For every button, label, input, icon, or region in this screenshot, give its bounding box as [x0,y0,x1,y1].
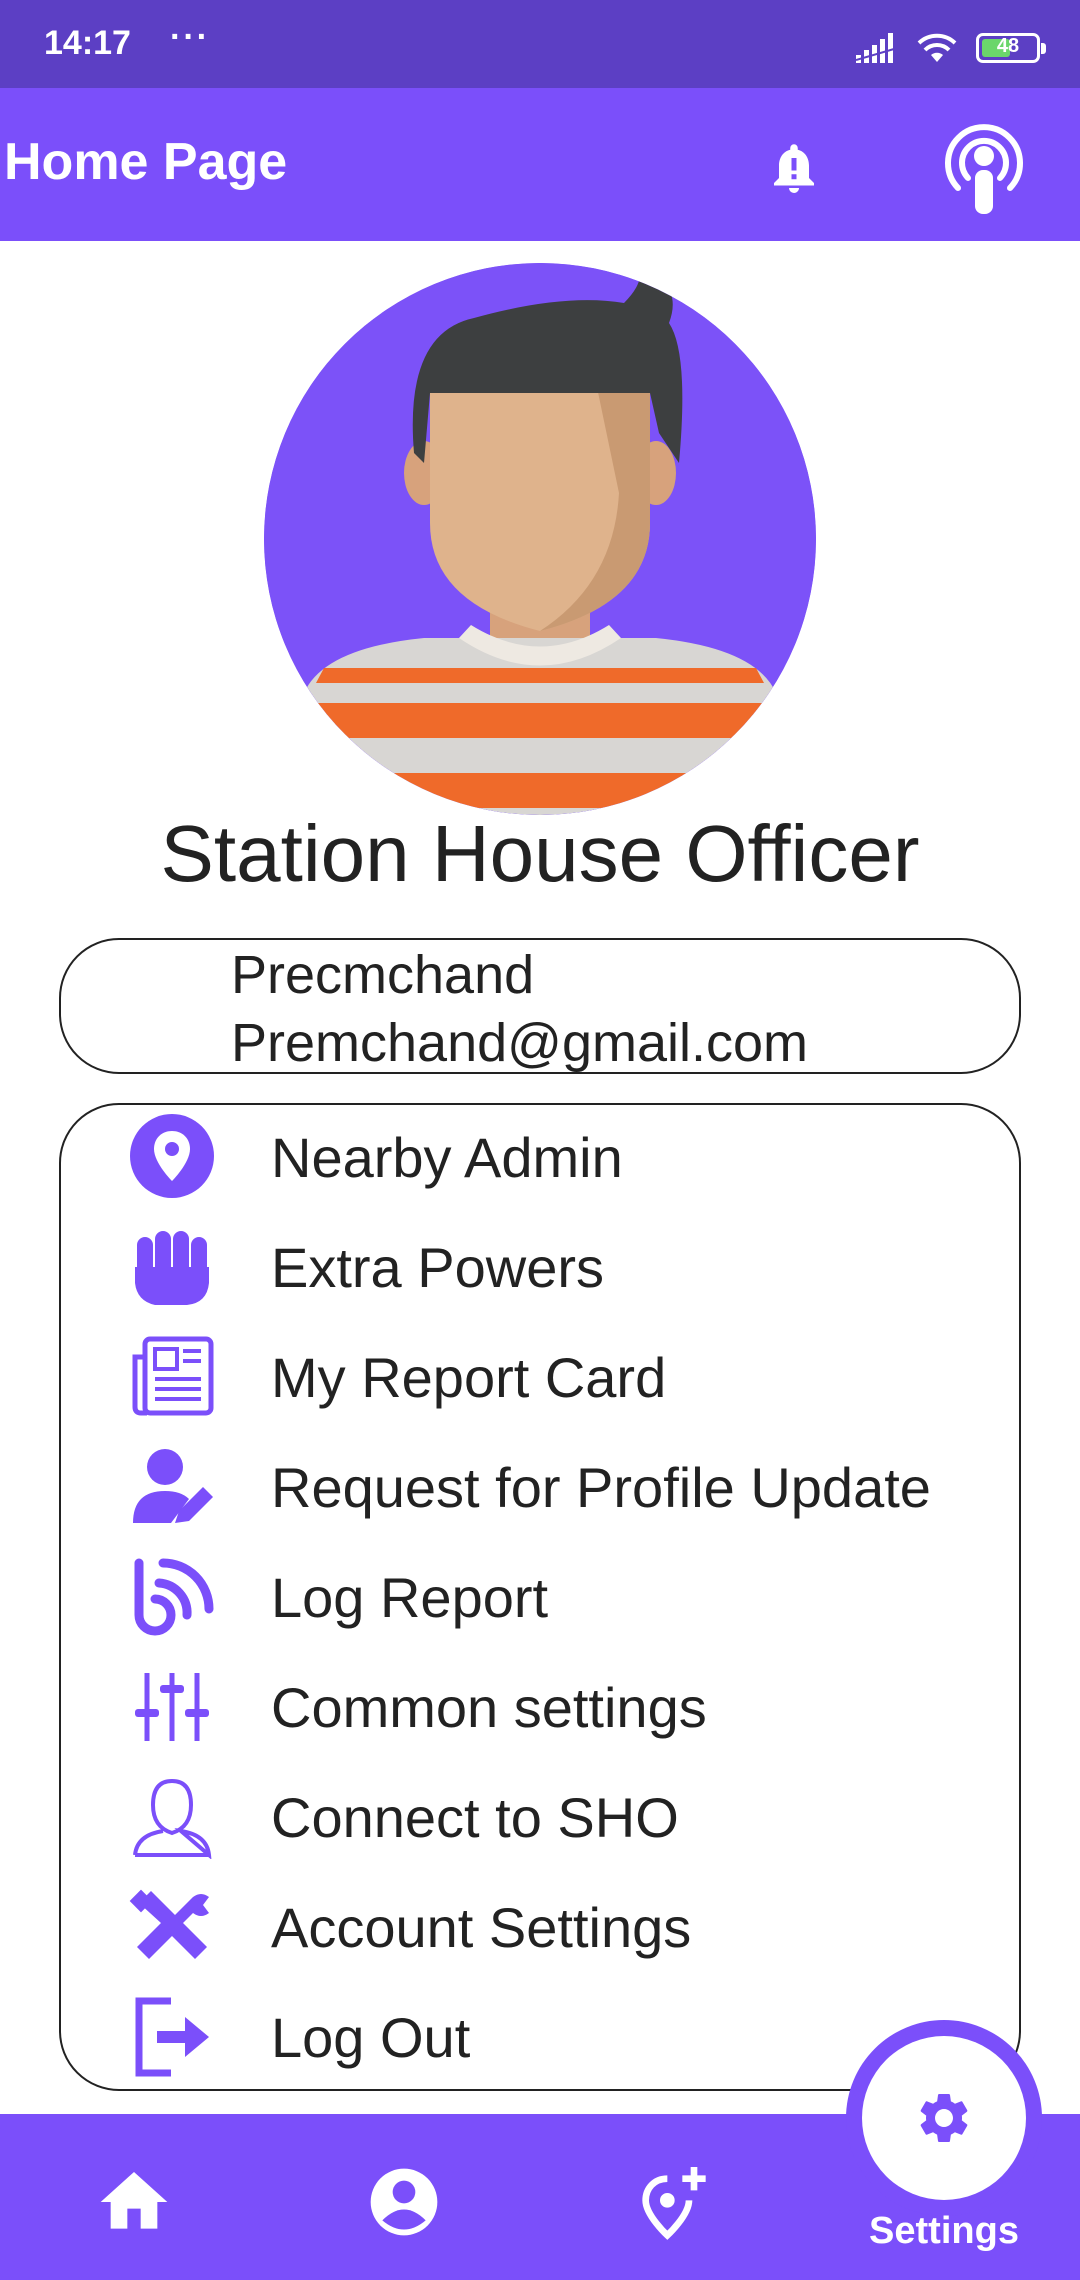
page-title: Home Page [4,133,288,191]
sliders-icon [135,1673,209,1741]
add-location-icon[interactable] [634,2162,714,2242]
user-info-card: Precmchand Premchand@gmail.com [59,938,1021,1074]
user-name: Precmchand [231,945,535,1005]
menu-item-account-settings[interactable]: Account Settings [61,1875,1019,1975]
status-overflow-dots: ··· [170,18,210,56]
menu-item-common-settings[interactable]: Common settings [61,1655,1019,1755]
menu-item-label: Log Report [271,1566,549,1629]
signal-icon [856,33,895,63]
menu-item-connect-to-sho[interactable]: Connect to SHO [61,1765,1019,1865]
menu-item-label: Log Out [271,2006,471,2069]
podcast-icon[interactable] [938,118,1030,218]
status-time: 14:17 [44,24,131,62]
tab-settings[interactable] [862,2036,1026,2200]
menu-item-log-report[interactable]: Log Report [61,1545,1019,1645]
logout-icon [135,1997,209,2077]
menu-item-label: My Report Card [271,1346,667,1409]
fist-icon [135,1231,209,1305]
wifi-icon [917,33,957,62]
person-outline-icon [133,1778,212,1859]
battery-level: 48 [996,35,1020,57]
avatar-illustration [264,263,816,815]
status-bar: 14:17 ··· 48 [0,0,1080,88]
menu-item-label: Nearby Admin [271,1126,623,1189]
user-email: Premchand@gmail.com [231,1013,809,1073]
menu-item-request-profile-update[interactable]: Request for Profile Update [61,1435,1019,1535]
location-pin-icon [130,1114,214,1198]
menu-item-label: Account Settings [271,1896,692,1959]
account-circle-icon[interactable] [364,2162,444,2242]
profile-role: Station House Officer [160,809,920,898]
menu-item-label: Request for Profile Update [271,1456,931,1519]
menu-item-label: Common settings [271,1676,707,1739]
menu-item-label: Connect to SHO [271,1786,679,1849]
settings-menu: Nearby Admin Extra Powers My Report Card [59,1103,1021,2091]
app-bar: Home Page [0,88,1080,241]
notification-bell-icon[interactable] [764,138,824,198]
tab-settings-label[interactable]: Settings [864,2210,1024,2253]
rss-feed-icon [134,1558,214,1636]
gear-icon [920,2094,968,2142]
battery-icon: 48 [976,33,1046,63]
menu-item-report-card[interactable]: My Report Card [61,1325,1019,1425]
menu-item-label: Extra Powers [271,1236,604,1299]
newspaper-icon [132,1336,214,1416]
tools-icon [129,1889,209,1959]
home-icon[interactable] [94,2162,174,2242]
user-edit-icon [133,1449,213,1523]
menu-item-extra-powers[interactable]: Extra Powers [61,1215,1019,1315]
profile-avatar [264,263,816,815]
status-icons: 48 [856,26,1046,70]
menu-item-nearby-admin[interactable]: Nearby Admin [61,1105,1019,1205]
